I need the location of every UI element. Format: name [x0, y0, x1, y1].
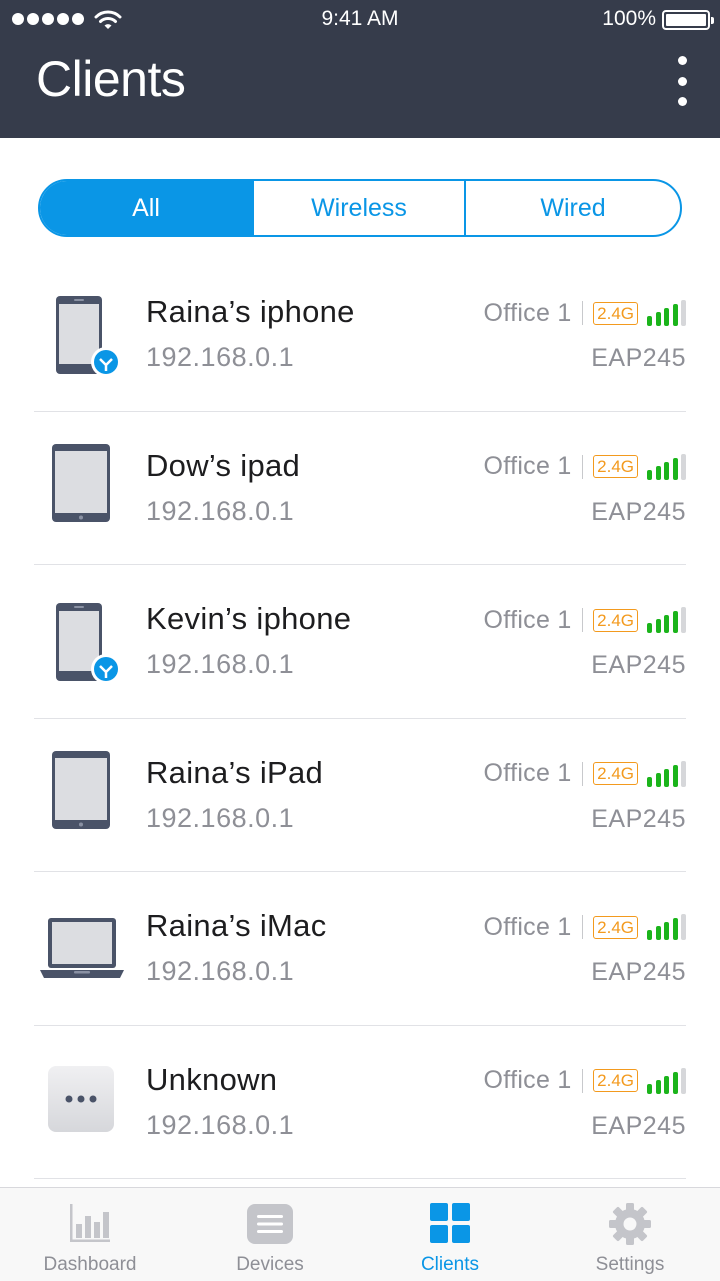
client-row[interactable]: Dow’s ipad 192.168.0.1 Office 1 2.4G EAP… [34, 412, 686, 565]
client-ip: 192.168.0.1 [146, 649, 295, 679]
access-point-name: EAP245 [591, 497, 686, 526]
divider [581, 608, 584, 632]
signal-strength-icon [647, 1067, 686, 1094]
bar-chart-icon [70, 1204, 110, 1242]
access-point-name: EAP245 [591, 804, 686, 833]
client-site: Office 1 [483, 452, 572, 480]
access-point-name: EAP245 [591, 958, 686, 986]
phone-icon [56, 296, 121, 377]
access-point-name: EAP245 [591, 344, 686, 372]
client-name: Raina’s iPad [146, 754, 324, 790]
band-badge: 2.4G [593, 915, 638, 939]
divider [581, 761, 584, 786]
client-ip: 192.168.0.1 [146, 342, 295, 372]
band-badge: 2.4G [593, 301, 638, 325]
tab-label: Devices [236, 1254, 304, 1275]
access-point-name: EAP245 [591, 1111, 686, 1140]
divider [581, 454, 584, 479]
tab-label: Dashboard [43, 1254, 137, 1275]
client-filter-segmented-control: All Wireless Wired [38, 179, 682, 237]
access-point-name: EAP245 [591, 651, 686, 679]
divider [581, 301, 584, 325]
tab-devices[interactable]: Devices [180, 1188, 360, 1281]
band-badge: 2.4G [593, 608, 638, 632]
client-connection-info: Office 1 2.4G [484, 910, 686, 944]
client-site: Office 1 [483, 759, 572, 787]
band-badge: 2.4G [593, 1069, 638, 1092]
signal-strength-icon [647, 760, 686, 787]
tablet-icon [52, 750, 110, 829]
client-list: Raina’s iphone 192.168.0.1 Office 1 2.4G… [0, 258, 720, 1179]
client-connection-info: Office 1 2.4G [484, 757, 686, 791]
client-row[interactable]: Raina’s iPad 192.168.0.1 Office 1 2.4G E… [34, 719, 686, 872]
filter-all-segment[interactable]: All [40, 181, 254, 235]
status-bar: 9:41 AM 100% [0, 0, 720, 40]
client-ip: 192.168.0.1 [146, 495, 295, 526]
client-ip: 192.168.0.1 [146, 802, 295, 833]
client-name: Kevin’s iphone [146, 601, 352, 636]
client-connection-info: Office 1 2.4G [484, 1064, 686, 1098]
band-badge: 2.4G [593, 762, 638, 785]
more-vertical-icon[interactable] [672, 56, 692, 106]
client-connection-info: Office 1 2.4G [484, 450, 686, 484]
client-ip: 192.168.0.1 [146, 956, 295, 986]
client-row[interactable]: Kevin’s iphone 192.168.0.1 Office 1 2.4G… [34, 565, 686, 719]
signal-strength-icon [647, 914, 686, 940]
client-row[interactable]: Unknown 192.168.0.1 Office 1 2.4G EAP245 [34, 1026, 686, 1179]
client-name: Raina’s iphone [146, 294, 355, 329]
client-connection-info: Office 1 2.4G [484, 296, 686, 330]
devices-list-icon [247, 1204, 293, 1244]
tab-label: Settings [595, 1254, 665, 1275]
tab-dashboard[interactable]: Dashboard [0, 1188, 180, 1281]
page-title: Clients [36, 51, 186, 107]
tab-clients[interactable]: Clients [360, 1188, 540, 1281]
divider [581, 1068, 584, 1093]
filter-wireless-segment[interactable]: Wireless [254, 181, 466, 235]
client-name: Raina’s iMac [146, 908, 327, 943]
gear-icon [609, 1203, 651, 1245]
unknown-device-icon [48, 1065, 114, 1132]
band-badge: 2.4G [593, 455, 638, 478]
phone-icon [56, 603, 121, 684]
client-name: Dow’s ipad [146, 447, 301, 483]
client-row[interactable]: Raina’s iphone 192.168.0.1 Office 1 2.4G… [34, 258, 686, 412]
client-site: Office 1 [483, 1066, 572, 1094]
tab-bar: Dashboard Devices Clients Settings [0, 1187, 720, 1281]
app-header: 9:41 AM 100% Clients [0, 0, 720, 138]
client-name: Unknown [146, 1061, 278, 1097]
laptop-icon [40, 918, 124, 978]
client-ip: 192.168.0.1 [146, 1109, 295, 1140]
filter-wired-segment[interactable]: Wired [466, 181, 680, 235]
client-row[interactable]: Raina’s iMac 192.168.0.1 Office 1 2.4G E… [34, 872, 686, 1026]
client-site: Office 1 [483, 912, 572, 941]
tab-label: Clients [420, 1254, 480, 1275]
tab-settings[interactable]: Settings [540, 1188, 720, 1281]
tablet-icon [52, 443, 110, 522]
battery-icon [662, 10, 714, 30]
signal-strength-icon [647, 300, 686, 326]
signal-strength-icon [647, 453, 686, 480]
client-site: Office 1 [483, 605, 572, 634]
battery-percentage: 100% [602, 7, 656, 30]
grid-icon [430, 1203, 470, 1243]
divider [581, 915, 584, 939]
client-connection-info: Office 1 2.4G [484, 603, 686, 637]
signal-strength-icon [647, 607, 686, 633]
client-site: Office 1 [483, 298, 572, 327]
